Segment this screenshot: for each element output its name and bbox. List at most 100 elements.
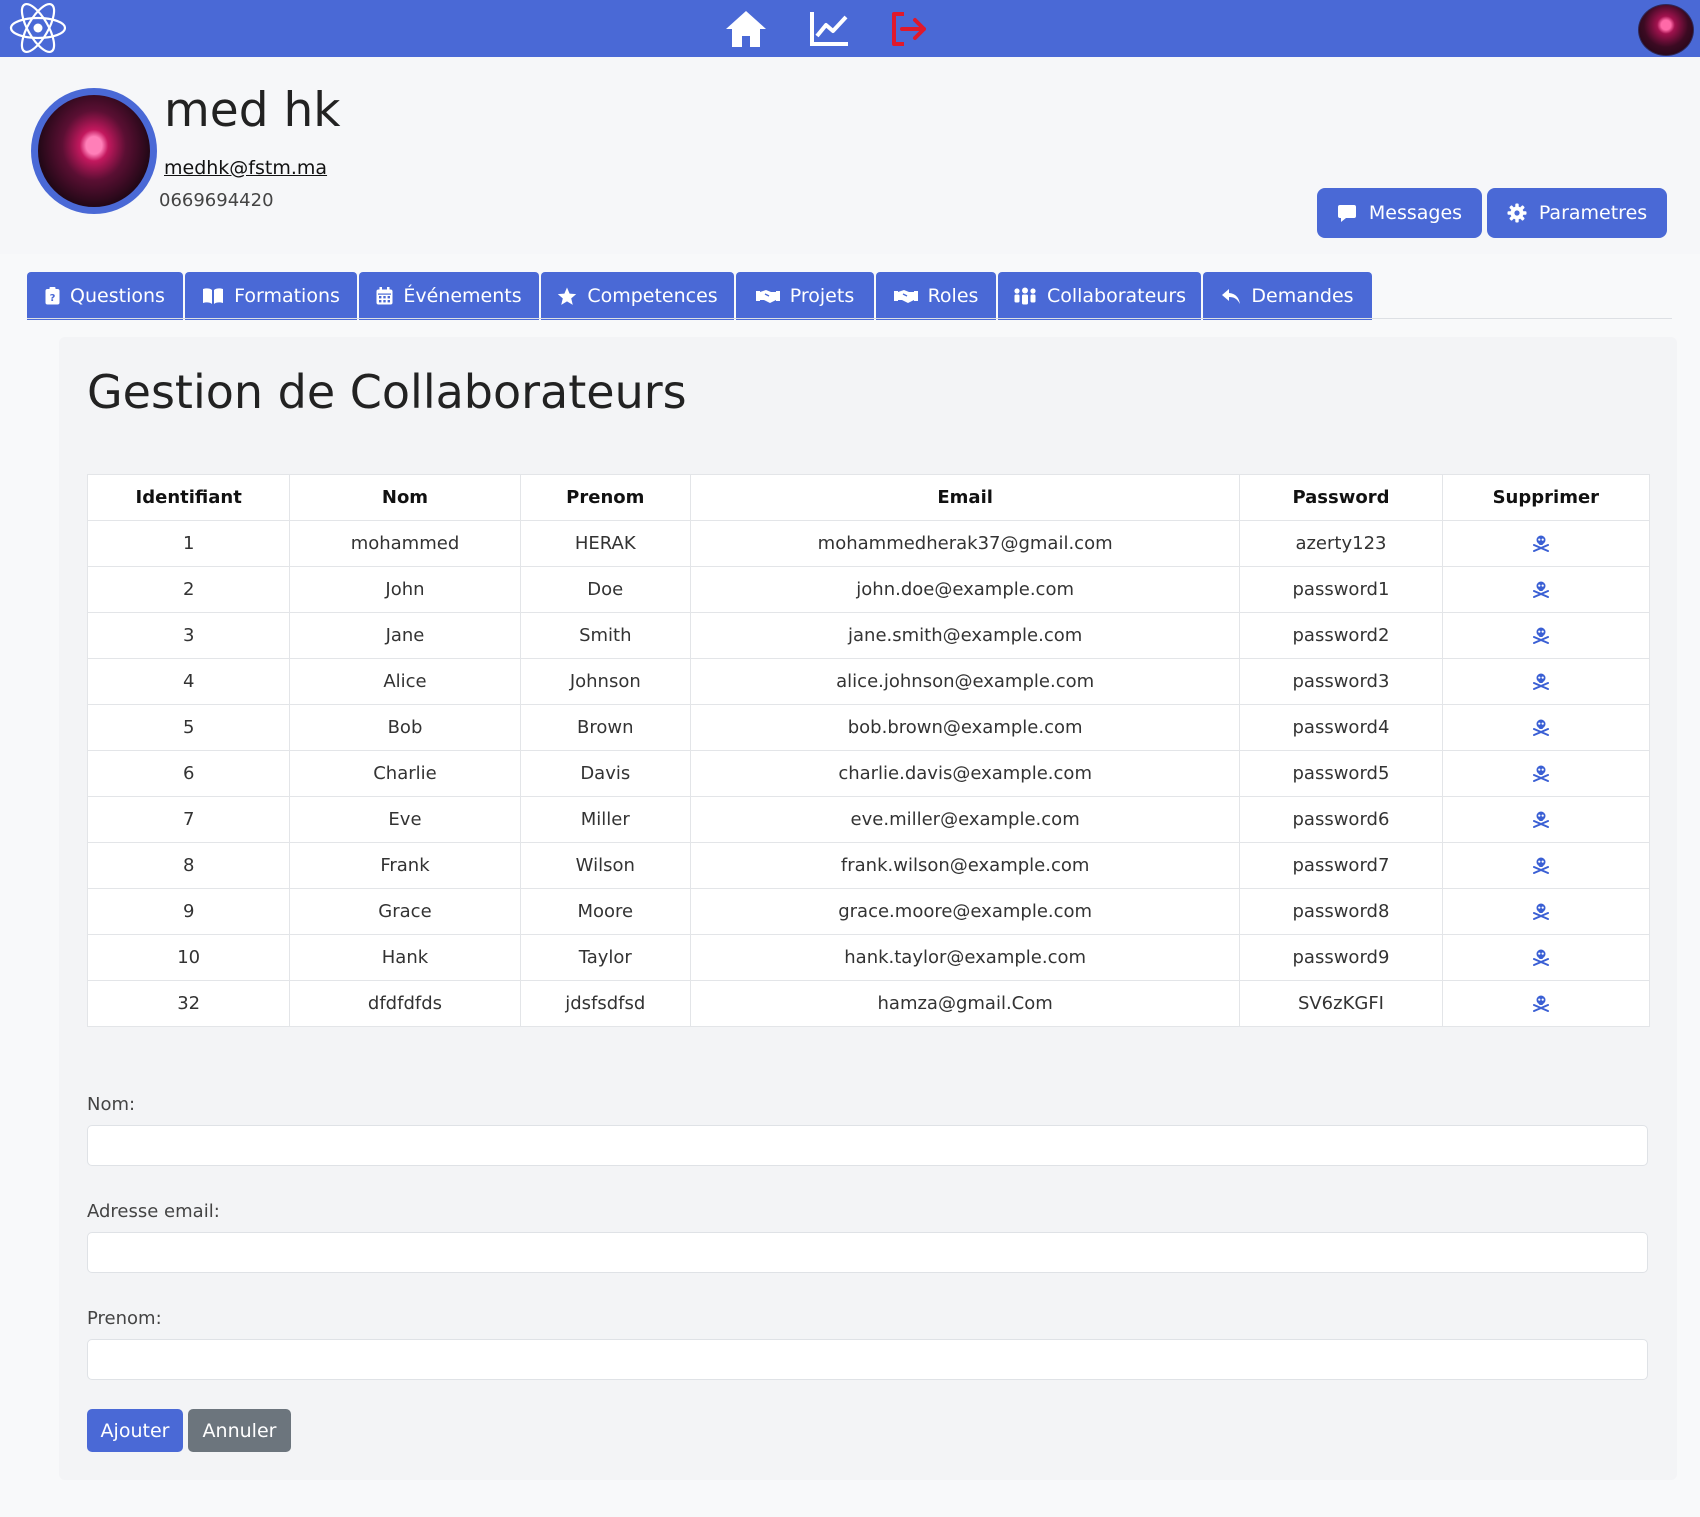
table-row: 7 Eve Miller eve.miller@example.com password…	[86, 796, 1651, 843]
cell-password: password3	[1239, 658, 1443, 705]
cell-nom: Eve	[289, 796, 521, 843]
column-header: Prenom	[519, 474, 691, 521]
ajouter-button[interactable]: Ajouter	[87, 1409, 183, 1452]
table-row: 9 Grace Moore grace.moore@example.com passwo…	[86, 888, 1651, 935]
cell-password: password9	[1239, 934, 1443, 981]
cell-nom: mohammed	[289, 520, 521, 567]
column-header: Supprimer	[1441, 474, 1651, 521]
tab-label: Competences	[587, 285, 718, 307]
messages-label: Messages	[1368, 202, 1463, 224]
cell-identifiant: 9	[86, 888, 291, 935]
cell-password: azerty123	[1239, 520, 1443, 567]
skull-crossbones-icon[interactable]	[1532, 994, 1550, 1017]
collaborateurs-table: Identifiant Nom Prenom Email Password Su…	[86, 474, 1651, 1027]
column-header: Email	[689, 474, 1241, 521]
cell-supprimer	[1441, 980, 1651, 1027]
nom-label: Nom:	[87, 1094, 136, 1115]
logout-icon[interactable]	[886, 6, 932, 52]
cell-supprimer	[1441, 796, 1651, 843]
skull-crossbones-icon[interactable]	[1532, 764, 1550, 787]
skull-crossbones-icon[interactable]	[1532, 626, 1550, 649]
cell-nom: Alice	[289, 658, 521, 705]
email-input[interactable]	[87, 1232, 1648, 1273]
annuler-button[interactable]: Annuler	[188, 1409, 291, 1452]
cell-email: frank.wilson@example.com	[689, 842, 1241, 889]
nom-input[interactable]	[87, 1125, 1648, 1166]
table-row: 1 mohammed HERAK mohammedherak37@gmail.com a…	[86, 520, 1651, 567]
home-icon[interactable]	[723, 6, 769, 52]
messages-button[interactable]: Messages	[1317, 188, 1482, 238]
cell-nom: Bob	[289, 704, 521, 751]
skull-crossbones-icon[interactable]	[1532, 902, 1550, 925]
tab-formations[interactable]: Formations	[185, 272, 357, 320]
gear-icon	[1507, 203, 1527, 223]
skull-crossbones-icon[interactable]	[1532, 534, 1550, 557]
cell-email: hamza@gmail.Com	[689, 980, 1241, 1027]
table-header-row: Identifiant Nom Prenom Email Password Su…	[86, 474, 1651, 521]
profile-email[interactable]: medhk@fstm.ma	[164, 157, 327, 179]
cell-email: eve.miller@example.com	[689, 796, 1241, 843]
calendar-icon	[376, 287, 393, 305]
tab-evenements[interactable]: Événements	[359, 272, 539, 320]
table-row: 8 Frank Wilson frank.wilson@example.com pass…	[86, 842, 1651, 889]
cell-identifiant: 32	[86, 980, 291, 1027]
cell-password: password4	[1239, 704, 1443, 751]
tab-collaborateurs[interactable]: Collaborateurs	[998, 272, 1201, 320]
skull-crossbones-icon[interactable]	[1532, 580, 1550, 603]
cell-email: grace.moore@example.com	[689, 888, 1241, 935]
cell-email: jane.smith@example.com	[689, 612, 1241, 659]
tab-competences[interactable]: Competences	[541, 272, 734, 320]
cell-prenom: Doe	[519, 566, 691, 613]
prenom-input[interactable]	[87, 1339, 1648, 1380]
table-row: 6 Charlie Davis charlie.davis@example.com pa…	[86, 750, 1651, 797]
skull-crossbones-icon[interactable]	[1532, 672, 1550, 695]
tab-projets[interactable]: Projets	[736, 272, 874, 320]
cell-nom: Jane	[289, 612, 521, 659]
cell-password: password1	[1239, 566, 1443, 613]
top-navbar	[0, 0, 1700, 57]
star-icon	[558, 287, 577, 305]
page-title: Gestion de Collaborateurs	[87, 365, 687, 419]
table-body: 1 mohammed HERAK mohammedherak37@gmail.com a…	[86, 520, 1651, 1027]
skull-crossbones-icon[interactable]	[1532, 856, 1550, 879]
tab-roles[interactable]: Roles	[876, 272, 996, 320]
cell-identifiant: 2	[86, 566, 291, 613]
cell-identifiant: 6	[86, 750, 291, 797]
cell-supprimer	[1441, 704, 1651, 751]
atom-logo-icon[interactable]	[4, 0, 66, 57]
user-avatar-small[interactable]	[1638, 4, 1694, 56]
settings-button[interactable]: Parametres	[1487, 188, 1667, 238]
skull-crossbones-icon[interactable]	[1532, 948, 1550, 971]
cell-supprimer	[1441, 934, 1651, 981]
cell-prenom: Brown	[519, 704, 691, 751]
table-row: 32 dfdfdfds jdsfsdfsd hamza@gmail.Com SV6zKG…	[86, 980, 1651, 1027]
cell-supprimer	[1441, 888, 1651, 935]
cell-supprimer	[1441, 520, 1651, 567]
tab-demandes[interactable]: Demandes	[1203, 272, 1372, 320]
skull-crossbones-icon[interactable]	[1532, 718, 1550, 741]
cell-supprimer	[1441, 566, 1651, 613]
cell-identifiant: 8	[86, 842, 291, 889]
cell-password: SV6zKGFI	[1239, 980, 1443, 1027]
cell-prenom: Wilson	[519, 842, 691, 889]
cell-email: hank.taylor@example.com	[689, 934, 1241, 981]
tab-label: Roles	[927, 285, 979, 307]
table-row: 10 Hank Taylor hank.taylor@example.com passw…	[86, 934, 1651, 981]
cell-email: charlie.davis@example.com	[689, 750, 1241, 797]
skull-crossbones-icon[interactable]	[1532, 810, 1550, 833]
table-row: 4 Alice Johnson alice.johnson@example.com pa…	[86, 658, 1651, 705]
clipboard-question-icon: ?	[45, 287, 60, 305]
cell-prenom: Smith	[519, 612, 691, 659]
cell-identifiant: 7	[86, 796, 291, 843]
cell-supprimer	[1441, 658, 1651, 705]
cell-identifiant: 5	[86, 704, 291, 751]
tab-label: Formations	[234, 285, 340, 307]
tab-questions[interactable]: ? Questions	[27, 272, 183, 320]
table-row: 2 John Doe john.doe@example.com password1	[86, 566, 1651, 613]
cell-prenom: Miller	[519, 796, 691, 843]
cell-password: password6	[1239, 796, 1443, 843]
chart-line-icon[interactable]	[806, 6, 852, 52]
collaborateurs-panel: Gestion de Collaborateurs Identifiant No…	[59, 337, 1677, 1480]
cell-identifiant: 1	[86, 520, 291, 567]
table-row: 5 Bob Brown bob.brown@example.com password4	[86, 704, 1651, 751]
